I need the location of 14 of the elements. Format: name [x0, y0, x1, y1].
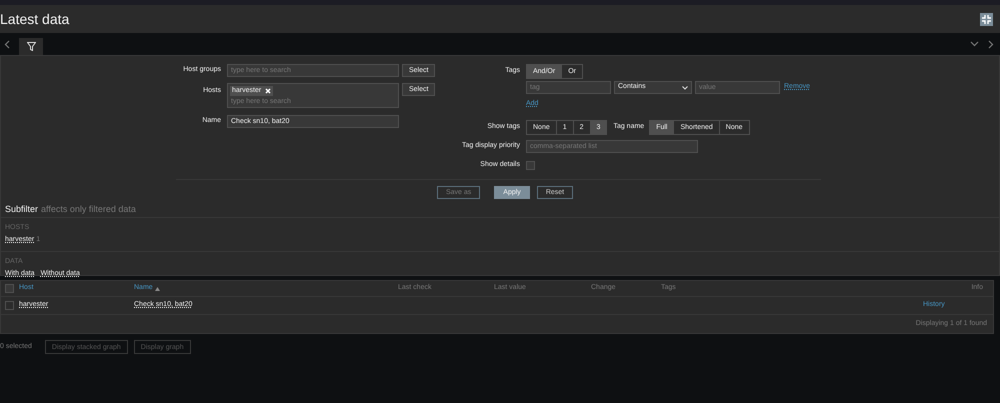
filter-tab[interactable]: [19, 38, 43, 55]
fullscreen-button[interactable]: [980, 12, 993, 26]
page-title: Latest data: [0, 12, 70, 26]
sort-arrow-icon: [154, 286, 160, 290]
subfilter-title: Subfilter: [5, 204, 38, 214]
checkbox[interactable]: [526, 160, 535, 170]
collapse-button[interactable]: [970, 41, 979, 47]
filter-icon[interactable]: [26, 42, 36, 51]
caret-icon: [682, 86, 688, 90]
remove-icon[interactable]: [265, 88, 272, 94]
next-button[interactable]: [988, 40, 994, 48]
select-all-checkbox[interactable]: [5, 284, 14, 293]
row-checkbox[interactable]: [5, 301, 14, 310]
subfilter-note: affects only filtered data: [41, 204, 136, 214]
